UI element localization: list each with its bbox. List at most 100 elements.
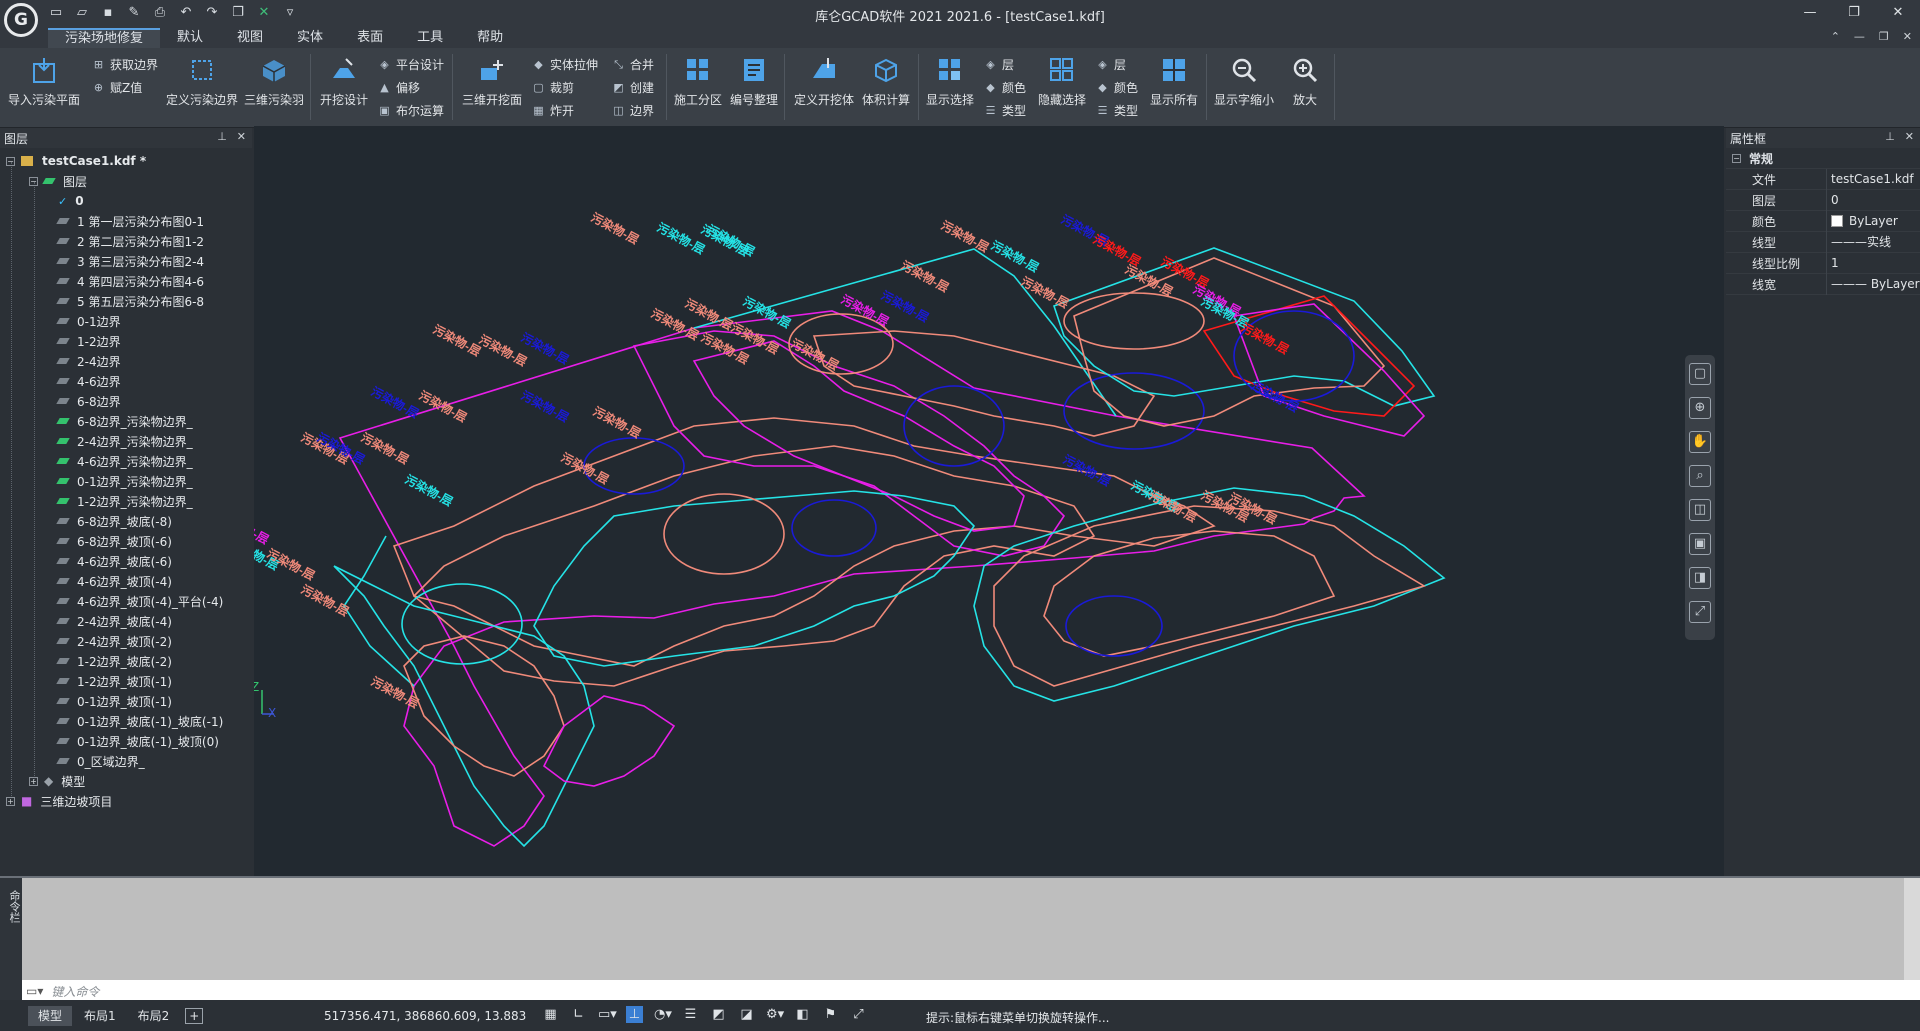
- construction-zone-button[interactable]: 施工分区: [674, 54, 722, 108]
- fullscreen-icon[interactable]: ⤢: [850, 1006, 867, 1023]
- layer-item[interactable]: 1-2边界_坡顶(-1): [56, 671, 172, 691]
- menu-tools[interactable]: 工具: [400, 28, 460, 48]
- command-prompt-icon[interactable]: ▭▾: [26, 984, 43, 998]
- cad-drawing[interactable]: 污染物-层 污染物-层污染物-层污染物-层 污染物-层污染物-层污染物-层污染物-层…: [254, 126, 1724, 876]
- print-icon[interactable]: ⎙: [152, 5, 168, 21]
- layer-item[interactable]: 2-4边界_污染物边界_: [56, 431, 193, 451]
- excavation-3d-button[interactable]: 三维开挖面: [462, 54, 522, 108]
- menu-default[interactable]: 默认: [160, 28, 220, 48]
- ortho-icon[interactable]: ∟: [570, 1006, 587, 1023]
- extents-icon[interactable]: ⤢: [1689, 601, 1711, 623]
- layer-item[interactable]: 0-1边界_坡底(-1)_坡底(-1): [56, 711, 223, 731]
- selection-icon[interactable]: ◩: [710, 1006, 727, 1023]
- property-value[interactable]: ———实线: [1826, 231, 1920, 253]
- property-row[interactable]: 图层 0: [1726, 189, 1920, 211]
- property-row[interactable]: 线型 ———实线: [1726, 231, 1920, 253]
- close-icon[interactable]: ✕: [1876, 0, 1920, 26]
- drawing-canvas[interactable]: 污染物-层 污染物-层 污染物-层 污染物-层 污染物-层 污染物-层 污染物-层 污染物-层…: [254, 126, 1724, 876]
- create-button[interactable]: ◩ 创建: [612, 79, 654, 96]
- undo-icon[interactable]: ↶: [178, 5, 194, 21]
- layer-item[interactable]: 0_区域边界_: [56, 751, 145, 771]
- grid-icon[interactable]: ▦: [542, 1006, 559, 1023]
- collapse-icon[interactable]: −: [6, 156, 15, 166]
- polar-icon[interactable]: ◔▾: [654, 1006, 672, 1023]
- excavation-design-button[interactable]: 开挖设计: [320, 54, 368, 108]
- lineweight-icon[interactable]: ☰: [682, 1006, 699, 1023]
- show-color-button[interactable]: ◆ 颜色: [984, 79, 1026, 96]
- property-value[interactable]: 0: [1826, 189, 1920, 211]
- isolate-icon[interactable]: ◧: [794, 1006, 811, 1023]
- property-section[interactable]: − 常规: [1726, 148, 1920, 169]
- show-select-button[interactable]: 显示选择: [926, 54, 974, 108]
- layer-item[interactable]: 6-8边界_污染物边界_: [56, 411, 193, 431]
- layer-item[interactable]: ✓ 0: [58, 191, 84, 211]
- doc-close-icon[interactable]: ✕: [1903, 30, 1912, 43]
- tab-layout2[interactable]: 布局2: [128, 1006, 180, 1026]
- add-layout-button[interactable]: +: [185, 1007, 204, 1024]
- tracking-icon[interactable]: ⊥: [626, 1006, 643, 1023]
- run-icon[interactable]: ⚑: [822, 1006, 839, 1023]
- clip-button[interactable]: ▢ 裁剪: [532, 79, 574, 96]
- hide-layer-button[interactable]: ◈ 层: [1096, 56, 1126, 73]
- show-all-button[interactable]: 显示所有: [1150, 54, 1198, 108]
- box-icon[interactable]: ◨: [1689, 567, 1711, 589]
- layer-item[interactable]: 6-8边界_坡底(-8): [56, 511, 172, 531]
- layer-item[interactable]: 0-1边界_污染物边界_: [56, 471, 193, 491]
- tree-file-node[interactable]: − testCase1.kdf *: [6, 151, 146, 171]
- expand-icon[interactable]: +: [29, 776, 38, 786]
- define-boundary-button[interactable]: 定义污染边界: [166, 54, 238, 108]
- merge-button[interactable]: ⤡ 合并: [612, 56, 654, 73]
- layer-item[interactable]: 4-6边界_坡顶(-4)_平台(-4): [56, 591, 223, 611]
- doc-minimize-icon[interactable]: —: [1854, 30, 1865, 43]
- define-excavation-button[interactable]: 定义开挖体: [794, 54, 854, 108]
- menu-pollution-remediation[interactable]: 污染场地修复: [48, 28, 161, 48]
- menu-surface[interactable]: 表面: [340, 28, 400, 48]
- tab-layout1[interactable]: 布局1: [74, 1006, 126, 1026]
- layer-item[interactable]: 1-2边界_坡底(-2): [56, 651, 172, 671]
- pollution-3d-button[interactable]: 三维污染羽: [244, 54, 304, 108]
- layer-item[interactable]: 2-4边界_坡顶(-2): [56, 631, 172, 651]
- property-value[interactable]: 1: [1826, 252, 1920, 274]
- save-icon[interactable]: ▪: [100, 5, 116, 21]
- new-file-icon[interactable]: ▭: [48, 5, 64, 21]
- layer-item[interactable]: 5 第五层污染分布图6-8: [56, 291, 204, 311]
- expand-icon[interactable]: +: [6, 796, 15, 806]
- offset-button[interactable]: ▲ 偏移: [378, 79, 420, 96]
- numbering-button[interactable]: 编号整理: [730, 54, 778, 108]
- text-shrink-button[interactable]: 显示字缩小: [1214, 54, 1274, 108]
- property-value[interactable]: ByLayer: [1826, 210, 1920, 232]
- volume-calc-button[interactable]: 体积计算: [862, 54, 910, 108]
- show-type-button[interactable]: ☰ 类型: [984, 102, 1026, 119]
- property-value[interactable]: testCase1.kdf: [1826, 168, 1920, 190]
- import-plane-button[interactable]: 导入污染平面: [8, 54, 80, 108]
- show-layer-button[interactable]: ◈ 层: [984, 56, 1014, 73]
- command-scrollbar[interactable]: [1904, 878, 1920, 980]
- zoom-in-button[interactable]: 放大: [1290, 54, 1320, 108]
- menu-solid[interactable]: 实体: [280, 28, 340, 48]
- layer-item[interactable]: 0-1边界_坡顶(-1): [56, 691, 172, 711]
- layer-item[interactable]: 1-2边界: [56, 331, 121, 351]
- tab-model[interactable]: 模型: [28, 1005, 73, 1026]
- get-boundary-button[interactable]: ⊞ 获取边界: [92, 56, 158, 73]
- property-value[interactable]: ——— ByLayer: [1826, 273, 1920, 295]
- excel-icon[interactable]: ✕: [256, 5, 272, 21]
- layer-item[interactable]: 1 第一层污染分布图0-1: [56, 211, 204, 231]
- layer-item[interactable]: 0-1边界: [56, 311, 121, 331]
- tree-layer-group[interactable]: − 图层: [29, 171, 87, 191]
- save-as-icon[interactable]: ✎: [126, 5, 142, 21]
- layer-item[interactable]: 4-6边界_坡底(-6): [56, 551, 172, 571]
- layer-item[interactable]: 4-6边界: [56, 371, 121, 391]
- layer-item[interactable]: 1-2边界_污染物边界_: [56, 491, 193, 511]
- tree-project-node[interactable]: + ■ 三维边坡项目: [6, 791, 112, 811]
- solid-extrude-button[interactable]: ◆ 实体拉伸: [532, 56, 598, 73]
- tree-model-node[interactable]: + ◆ 模型: [29, 771, 85, 791]
- orbit-icon[interactable]: ⊕: [1689, 397, 1711, 419]
- hide-color-button[interactable]: ◆ 颜色: [1096, 79, 1138, 96]
- annotate-icon[interactable]: ◪: [738, 1006, 755, 1023]
- pin-icon[interactable]: ⊥: [217, 130, 227, 143]
- pan-icon[interactable]: ▢: [1689, 363, 1711, 385]
- open-file-icon[interactable]: ▱: [74, 5, 90, 21]
- menu-help[interactable]: 帮助: [460, 28, 520, 48]
- layer-item[interactable]: 3 第三层污染分布图2-4: [56, 251, 204, 271]
- close-icon[interactable]: ✕: [1905, 130, 1914, 143]
